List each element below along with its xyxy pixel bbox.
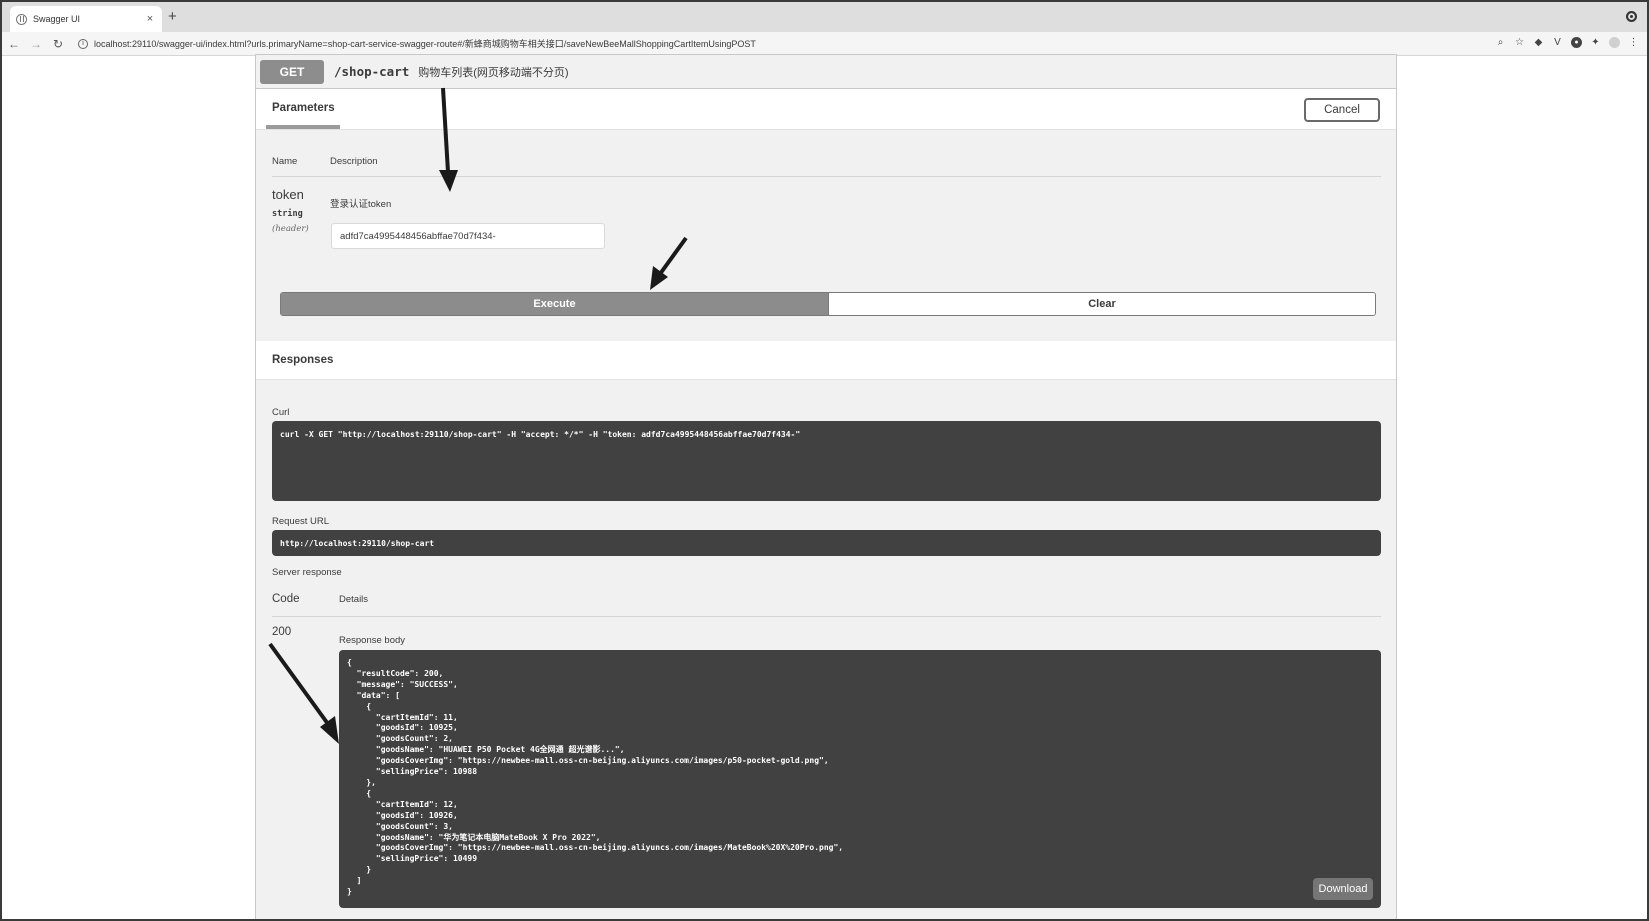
clear-button[interactable]: Clear	[828, 293, 1375, 315]
param-type: string	[272, 209, 303, 219]
reload-button[interactable]: ↻	[48, 37, 68, 51]
puzzle-icon[interactable]: ✦	[1590, 37, 1601, 48]
server-response-label: Server response	[272, 567, 342, 578]
divider	[272, 176, 1381, 177]
param-name: token	[272, 187, 304, 202]
extension-icon[interactable]: ◆	[1533, 37, 1544, 48]
back-button[interactable]: ←	[4, 37, 24, 51]
browser-tab-bar: Swagger UI × +	[2, 2, 1647, 32]
response-body-label: Response body	[339, 635, 406, 646]
response-body-json: { "resultCode": 200, "message": "SUCCESS…	[347, 658, 844, 897]
execute-button[interactable]: Execute	[281, 293, 828, 315]
url-input[interactable]: localhost:29110/swagger-ui/index.html?ur…	[94, 37, 756, 50]
forward-button[interactable]: →	[26, 37, 46, 51]
request-url-box[interactable]: http://localhost:29110/shop-cart	[272, 530, 1381, 556]
method-badge: GET	[260, 59, 324, 84]
param-location: (header)	[272, 224, 309, 234]
parameters-title: Parameters	[272, 102, 335, 114]
menu-kebab-icon[interactable]: ⋮	[1628, 37, 1639, 48]
responses-title: Responses	[272, 354, 334, 366]
divider	[272, 616, 1381, 617]
responses-header: Responses	[256, 341, 1396, 380]
download-button[interactable]: Download	[1313, 878, 1373, 900]
response-body-box[interactable]: { "resultCode": 200, "message": "SUCCESS…	[339, 650, 1381, 908]
screenshot-frame: Swagger UI × + ← → ↻ i localhost:29110/s…	[0, 0, 1649, 921]
request-url-label: Request URL	[272, 516, 330, 527]
close-icon[interactable]: ×	[144, 13, 156, 25]
execute-wrapper: Execute Clear	[280, 292, 1376, 316]
curl-label: Curl	[272, 407, 290, 418]
param-description: 登录认证token	[330, 199, 392, 210]
cancel-button[interactable]: Cancel	[1304, 98, 1380, 122]
operation-summary: 购物车列表(网页移动端不分页)	[418, 66, 569, 79]
parameters-tab-indicator	[266, 125, 340, 129]
address-bar: ← → ↻ i localhost:29110/swagger-ui/index…	[2, 32, 1647, 56]
operation-path: /shop-cart	[334, 64, 410, 79]
globe-icon	[16, 13, 27, 25]
browser-tab[interactable]: Swagger UI ×	[10, 6, 162, 32]
profile-icon[interactable]	[1626, 11, 1637, 22]
info-icon[interactable]: i	[78, 38, 88, 49]
extension-circle-icon[interactable]: ●	[1571, 37, 1582, 48]
bookmark-star-icon[interactable]: ☆	[1514, 37, 1525, 48]
operation-header[interactable]: GET /shop-cart 购物车列表(网页移动端不分页)	[256, 55, 1396, 89]
details-column-header: Details	[339, 594, 369, 605]
parameters-header: Parameters Cancel	[256, 89, 1396, 130]
curl-command-box[interactable]: curl -X GET "http://localhost:29110/shop…	[272, 421, 1381, 501]
zoom-icon[interactable]: ⌕	[1495, 37, 1506, 48]
column-header-name: Name	[272, 156, 298, 167]
code-column-header: Code	[272, 593, 300, 605]
new-tab-button[interactable]: +	[168, 9, 177, 25]
extension-toolbar: ⌕ ☆ ◆ V ● ✦ ⋮	[1495, 37, 1639, 48]
vue-devtools-icon[interactable]: V	[1552, 37, 1563, 48]
status-code: 200	[272, 626, 292, 638]
avatar-icon[interactable]	[1609, 37, 1620, 48]
tab-title: Swagger UI	[33, 14, 81, 24]
column-header-description: Description	[330, 156, 378, 167]
token-input[interactable]	[331, 223, 605, 249]
operation-panel: GET /shop-cart 购物车列表(网页移动端不分页) Parameter…	[255, 54, 1397, 919]
